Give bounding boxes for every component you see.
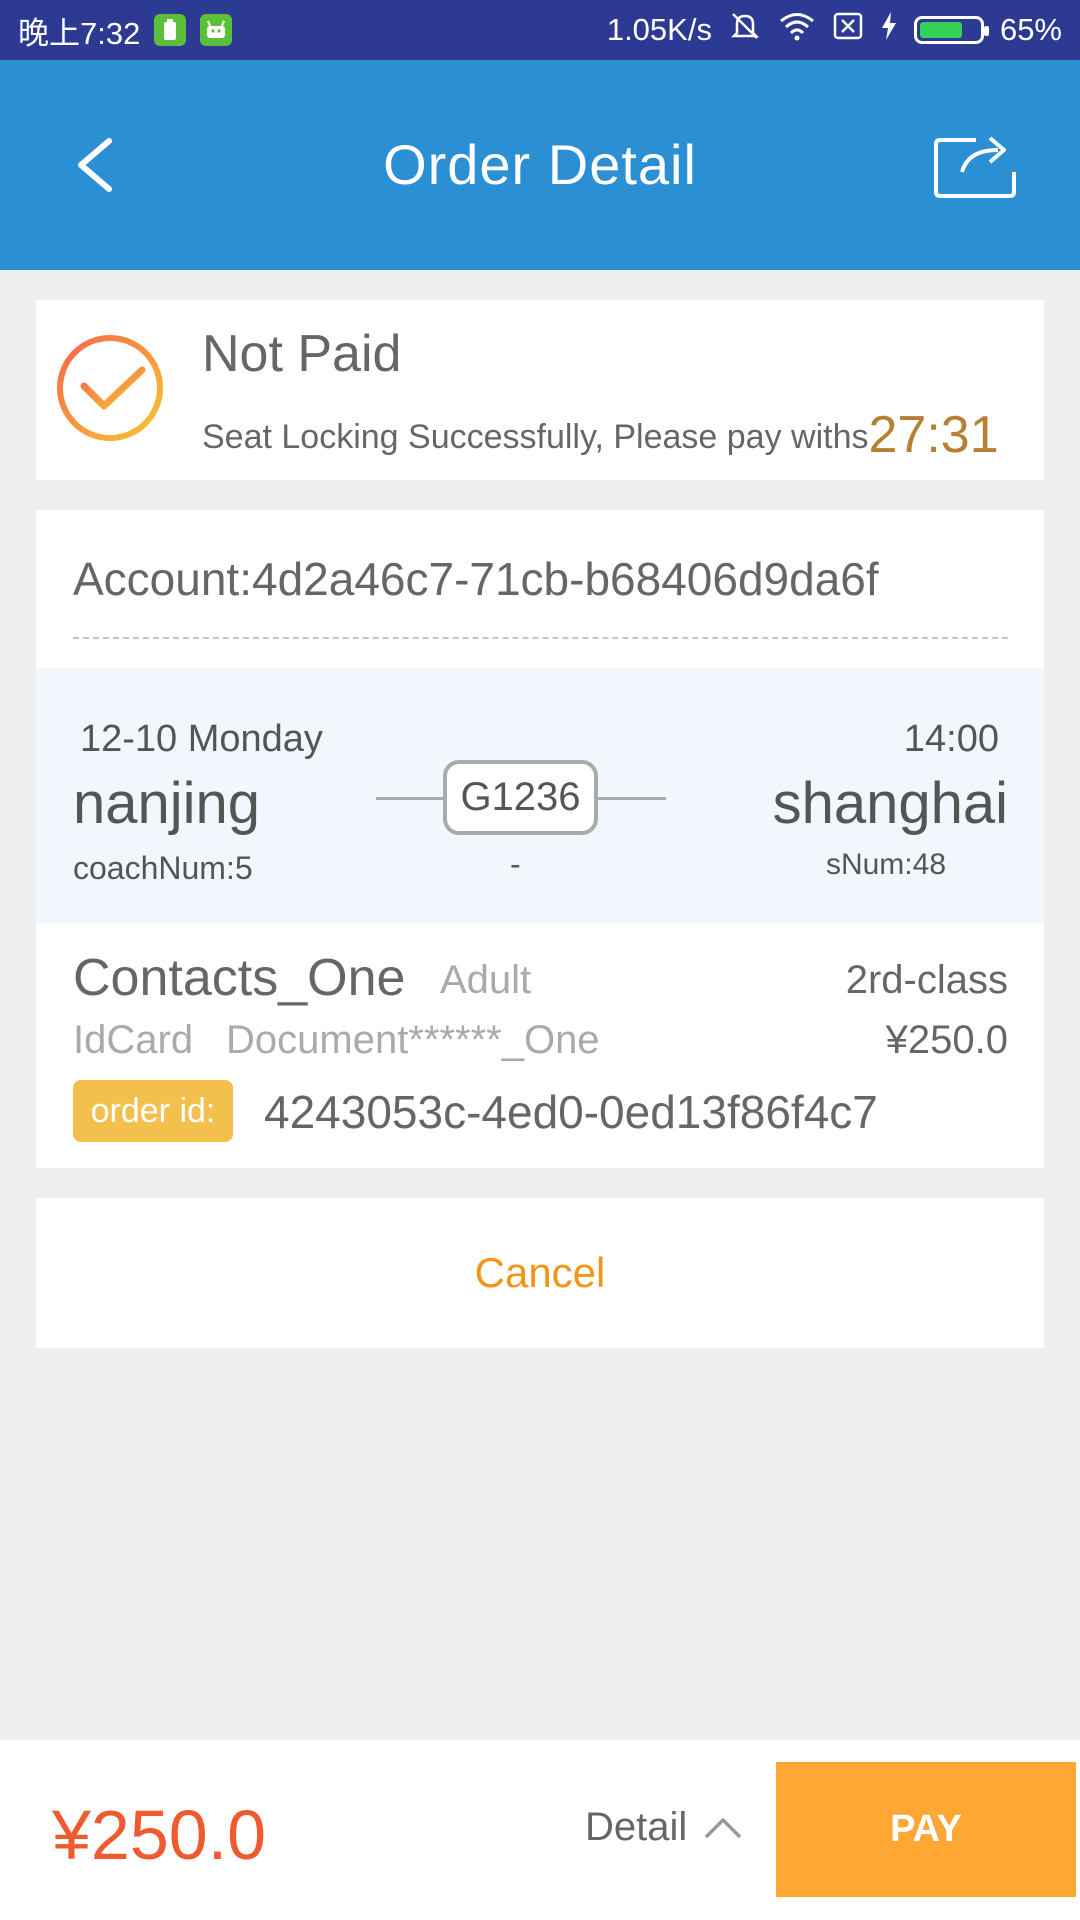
page-title: Order Detail (383, 133, 697, 196)
ticket-card: Account:4d2a46c7-71cb-b68406d9da6f 12-10… (36, 510, 1044, 1168)
departure-time: 14:00 (903, 718, 999, 760)
charging-icon (880, 11, 898, 49)
route-line-right (596, 797, 666, 800)
route-panel: 12-10 Monday 14:00 nanjing shanghai coac… (36, 668, 1044, 923)
wifi-icon (778, 11, 816, 49)
document-number: Document******_One (226, 1018, 600, 1062)
ticket-price: ¥250.0 (885, 1018, 1008, 1062)
status-time: 晚上7:32 (18, 15, 141, 51)
status-bar: 晚上7:32 1.05K/s 65% (0, 0, 1080, 60)
android-app-icon (200, 14, 233, 46)
battery-icon (913, 16, 989, 44)
coach-number: coachNum:5 (73, 850, 253, 886)
cancel-button[interactable]: Cancel (475, 1249, 606, 1297)
chevron-up-icon (703, 1805, 743, 1850)
train-number-badge: G1236 (443, 760, 598, 835)
passenger-type: Adult (440, 958, 532, 1002)
order-status-message: Seat Locking Successfully, Please pay wi… (202, 405, 999, 465)
seat-class: 2rd-class (845, 958, 1008, 1002)
order-status-title: Not Paid (202, 325, 402, 383)
passenger-name: Contacts_One (73, 949, 406, 1007)
id-type: IdCard (73, 1018, 194, 1062)
mute-icon (728, 9, 762, 51)
departure-station: nanjing (73, 771, 261, 836)
order-id-value: 4243053c-4ed0-0ed13f86f4c7 (264, 1086, 878, 1138)
train-sub-info: - (510, 846, 521, 882)
route-line-left (376, 797, 446, 800)
detail-label: Detail (585, 1805, 688, 1849)
seat-number: sNum:48 (825, 848, 946, 881)
header-bar: Order Detail (0, 60, 1080, 270)
check-circle-icon (54, 332, 166, 444)
network-speed: 1.05K/s (606, 12, 712, 47)
battery-percent: 65% (999, 12, 1062, 47)
payment-countdown: 27:31 (868, 406, 999, 464)
detail-toggle[interactable]: Detail (585, 1805, 743, 1850)
pay-button[interactable]: PAY (776, 1762, 1076, 1897)
status-message-text: Seat Locking Successfully, Please pay wi… (202, 418, 869, 456)
account-id: Account:4d2a46c7-71cb-b68406d9da6f (73, 553, 879, 605)
travel-date: 12-10 Monday (80, 718, 323, 760)
battery-app-icon (154, 14, 187, 46)
total-price: ¥250.0 (52, 1796, 267, 1874)
cancel-card: Cancel (36, 1198, 1044, 1348)
order-status-card: Not Paid Seat Locking Successfully, Plea… (36, 300, 1044, 480)
payment-bar: ¥250.0 Detail PAY (0, 1740, 1080, 1920)
no-sim-icon (832, 11, 864, 49)
divider (73, 637, 1008, 639)
share-icon[interactable] (932, 128, 1022, 200)
arrival-station: shanghai (772, 771, 1008, 836)
order-id-badge: order id: (73, 1080, 233, 1142)
